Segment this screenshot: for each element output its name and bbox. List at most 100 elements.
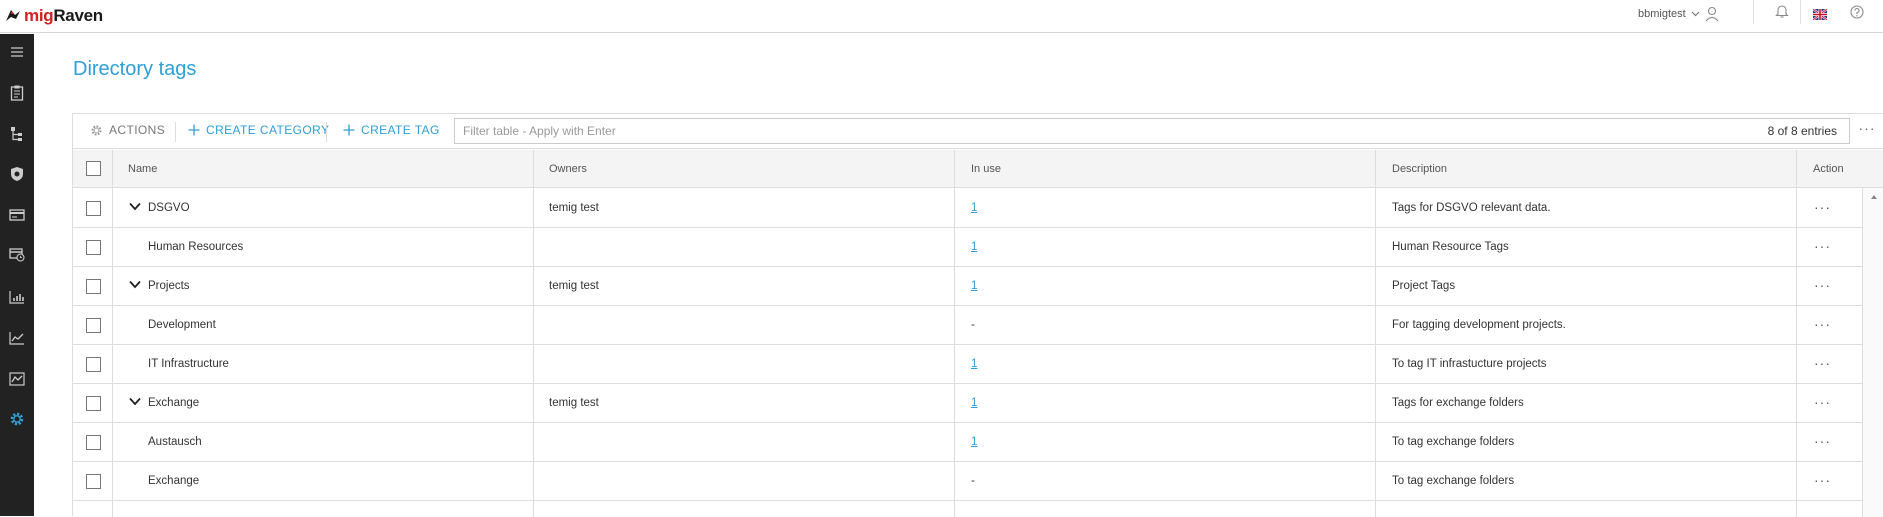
filter-box: 8 of 8 entries [454, 118, 1850, 144]
row-name: Projects [148, 280, 190, 292]
chevron-down-icon[interactable] [129, 202, 141, 211]
column-header-action: Action [1813, 163, 1844, 175]
row-checkbox[interactable] [86, 279, 101, 294]
row-in-use-link[interactable]: 1 [971, 436, 977, 448]
column-header-owners[interactable]: Owners [549, 163, 587, 175]
vertical-scrollbar[interactable] [1862, 188, 1883, 517]
column-header-description[interactable]: Description [1392, 163, 1447, 175]
sidebar-item-directories[interactable] [7, 124, 27, 144]
row-checkbox[interactable] [86, 240, 101, 255]
table-row[interactable]: Human Resources 1 Human Resource Tags ··· [73, 228, 1862, 267]
row-description: Human Resource Tags [1392, 241, 1509, 253]
sidebar-item-settings[interactable] [7, 409, 27, 429]
row-owners: temig test [549, 280, 599, 292]
column-divider [1375, 150, 1376, 517]
table-row[interactable]: Exchange temig test 1 Tags for exchange fol… [73, 384, 1862, 423]
create-category-button[interactable]: CREATE CATEGORY [188, 123, 329, 137]
sidebar-menu-toggle[interactable] [7, 42, 27, 62]
storage-clock-icon [9, 248, 25, 262]
row-description: Project Tags [1392, 280, 1456, 292]
row-description: To tag exchange folders [1392, 475, 1515, 487]
create-tag-button[interactable]: CREATE TAG [343, 123, 440, 137]
scroll-up-icon [1871, 195, 1877, 199]
create-tag-label: CREATE TAG [361, 123, 440, 137]
column-header-name[interactable]: Name [128, 163, 157, 175]
row-action-menu-button[interactable]: ··· [1814, 394, 1831, 410]
plus-icon [343, 124, 355, 136]
plus-icon [188, 124, 200, 136]
sidebar-item-scheduler[interactable] [7, 245, 27, 265]
table-row[interactable]: Development - For tagging development proj… [73, 306, 1862, 345]
select-all-checkbox[interactable] [86, 161, 101, 176]
entries-count: 8 of 8 entries [1767, 124, 1837, 138]
row-checkbox[interactable] [86, 435, 101, 450]
language-button[interactable] [1812, 7, 1828, 25]
logo-suffix: Raven [53, 6, 103, 25]
clipboard-icon [10, 85, 24, 101]
sidebar-item-trends[interactable] [7, 328, 27, 348]
row-name: Development [148, 319, 216, 331]
top-bar: mig Raven bbmigtest [0, 0, 1883, 33]
chevron-down-icon [1691, 11, 1700, 17]
row-name: DSGVO [148, 202, 190, 214]
row-action-menu-button[interactable]: ··· [1814, 238, 1831, 254]
actions-label: ACTIONS [109, 123, 166, 137]
gear-icon [91, 124, 102, 136]
sidebar-item-resources[interactable] [7, 205, 27, 225]
row-action-menu-button[interactable]: ··· [1814, 277, 1831, 293]
sidebar-item-statistics[interactable] [7, 287, 27, 307]
row-in-use-link[interactable]: 1 [971, 358, 977, 370]
row-checkbox[interactable] [86, 357, 101, 372]
row-action-menu-button[interactable]: ··· [1814, 316, 1831, 332]
table-row[interactable]: DSGVO temig test 1 Tags for DSGVO relevant … [73, 189, 1862, 228]
row-action-menu-button[interactable]: ··· [1814, 433, 1831, 449]
divider [175, 122, 176, 142]
logo-prefix: mig [24, 6, 54, 25]
shield-icon [11, 167, 23, 181]
row-checkbox[interactable] [86, 474, 101, 489]
table-header: Name Owners In use Description Action [73, 150, 1883, 188]
row-in-use: - [971, 319, 975, 331]
column-header-in-use[interactable]: In use [971, 163, 1001, 175]
help-icon [1850, 5, 1864, 19]
divider [1800, 0, 1801, 24]
filter-input[interactable] [455, 119, 1655, 143]
column-divider [112, 150, 113, 517]
row-action-menu-button[interactable]: ··· [1814, 355, 1831, 371]
row-in-use-link[interactable]: 1 [971, 280, 977, 292]
chevron-down-icon[interactable] [129, 280, 141, 289]
app-logo[interactable]: mig Raven [4, 5, 103, 27]
row-description: Tags for exchange folders [1392, 397, 1524, 409]
row-checkbox[interactable] [86, 201, 101, 216]
table-row[interactable]: IT Infrastructure 1 To tag IT infrastuctur… [73, 345, 1862, 384]
notifications-button[interactable] [1775, 3, 1789, 24]
row-action-menu-button[interactable]: ··· [1814, 472, 1831, 488]
table-row[interactable]: Exchange - To tag exchange folders ··· [73, 462, 1862, 501]
gear-icon [10, 412, 24, 426]
line-chart-icon [9, 332, 24, 345]
row-in-use-link[interactable]: 1 [971, 241, 977, 253]
bar-chart-icon [9, 291, 24, 304]
row-action-menu-button[interactable]: ··· [1814, 199, 1831, 215]
row-in-use-link[interactable]: 1 [971, 202, 977, 214]
row-description: Tags for DSGVO relevant data. [1392, 202, 1551, 214]
row-checkbox[interactable] [86, 396, 101, 411]
table-row[interactable]: Projects temig test 1 Project Tags ··· [73, 267, 1862, 306]
row-owners: temig test [549, 397, 599, 409]
row-checkbox[interactable] [86, 318, 101, 333]
user-menu[interactable]: bbmigtest [1638, 6, 1719, 22]
table-row[interactable]: Austausch 1 To tag exchange folders ··· [73, 423, 1862, 462]
column-divider [1796, 150, 1797, 517]
actions-button[interactable]: ACTIONS [90, 123, 165, 137]
sidebar-item-security[interactable] [7, 164, 27, 184]
table-toolbar: ACTIONS CREATE CATEGORY CREATE TAG 8 of … [73, 114, 1883, 149]
page-title: Directory tags [73, 58, 197, 80]
chevron-down-icon[interactable] [129, 397, 141, 406]
sidebar-item-reports[interactable] [7, 83, 27, 103]
row-in-use-link[interactable]: 1 [971, 397, 977, 409]
help-button[interactable] [1850, 5, 1864, 24]
row-description: To tag IT infrastucture projects [1392, 358, 1547, 370]
divider [326, 122, 327, 142]
sidebar-item-activity[interactable] [7, 369, 27, 389]
table-options-button[interactable]: ··· [1850, 120, 1883, 136]
